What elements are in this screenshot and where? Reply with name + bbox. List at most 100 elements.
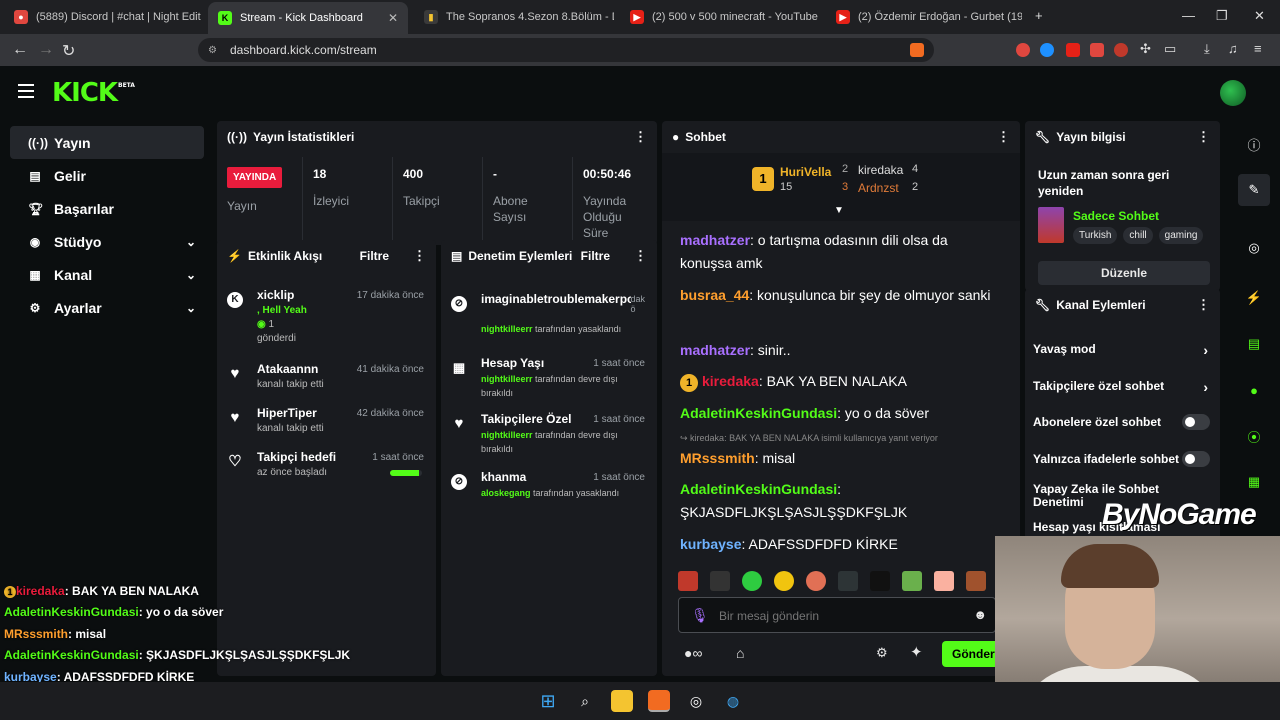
moderation-target[interactable]: khanma: [481, 470, 526, 484]
hamburger-menu-icon[interactable]: [18, 84, 34, 98]
emote-icon[interactable]: [710, 571, 730, 591]
layout-icon[interactable]: ▦: [1238, 466, 1270, 498]
new-tab-button[interactable]: +: [1035, 8, 1043, 23]
store-icon[interactable]: ⌂: [736, 645, 744, 661]
user-avatar[interactable]: [1220, 80, 1246, 106]
leader-name[interactable]: HuriVella: [780, 165, 831, 179]
extension-ublock-icon[interactable]: [1016, 43, 1030, 57]
sidebar-item-yayin[interactable]: ((·)) Yayın: [10, 126, 204, 159]
category-thumbnail[interactable]: [1038, 207, 1064, 243]
emote-icon[interactable]: [870, 571, 890, 591]
kicks-icon[interactable]: ●∞: [684, 645, 702, 661]
emote-only-toggle[interactable]: [1182, 451, 1210, 467]
tag[interactable]: Turkish: [1073, 227, 1118, 244]
puzzle-icon[interactable]: ✦: [910, 643, 923, 661]
emote-icon[interactable]: [774, 571, 794, 591]
chat-username[interactable]: kiredaka: [702, 373, 759, 389]
moderator-name[interactable]: nightkilleerr: [481, 430, 533, 440]
kick-logo[interactable]: KICK BETA: [52, 78, 135, 108]
action-slow-mode[interactable]: Yavaş mod ›: [1033, 342, 1210, 358]
emoji-icon[interactable]: ☻: [973, 607, 987, 622]
activity-user[interactable]: HiperTiper: [257, 406, 317, 420]
tab-youtube-music[interactable]: ▶ (2) Özdemir Erdoğan - Gurbet (1972): [826, 4, 1022, 30]
close-window-button[interactable]: ✕: [1254, 8, 1265, 24]
emote-icon[interactable]: [806, 571, 826, 591]
edit-button[interactable]: Düzenle: [1038, 261, 1210, 285]
windows-start-icon[interactable]: ⊞: [537, 690, 559, 712]
minimize-button[interactable]: —: [1182, 8, 1195, 23]
emote-icon[interactable]: [934, 571, 954, 591]
edit-pencil-icon[interactable]: ✎: [1238, 174, 1270, 206]
moderator-name[interactable]: nightkilleerr: [481, 324, 533, 334]
action-followers-only[interactable]: Takipçilere özel sohbet ›: [1033, 379, 1210, 395]
sidebar-item-basarilar[interactable]: 🏆︎ Başarılar: [10, 192, 204, 225]
chat-username[interactable]: madhatzer: [680, 232, 750, 248]
moderator-name[interactable]: aloskegang: [481, 488, 531, 498]
chat-bubble-icon[interactable]: ●: [1238, 374, 1270, 406]
lightning-icon[interactable]: ⚡: [1238, 282, 1270, 314]
emote-icon[interactable]: [678, 571, 698, 591]
brave-browser-icon[interactable]: [648, 690, 670, 712]
moderator-name[interactable]: nightkilleerr: [481, 374, 533, 384]
reload-icon[interactable]: ↻: [62, 41, 75, 61]
sidebar-toggle-icon[interactable]: ▭: [1164, 41, 1176, 57]
leader-name[interactable]: Ardnzst: [858, 181, 899, 195]
obs-icon[interactable]: ◎: [685, 690, 707, 712]
back-icon[interactable]: ←: [12, 41, 28, 59]
globe-app-icon[interactable]: ◍: [722, 690, 744, 712]
emote-icon[interactable]: [838, 571, 858, 591]
chat-username[interactable]: MRsssmith: [680, 450, 755, 466]
emote-icon[interactable]: [966, 571, 986, 591]
search-icon[interactable]: ⌕: [574, 690, 596, 712]
chat-username[interactable]: madhatzer: [680, 342, 750, 358]
forward-icon[interactable]: →: [38, 41, 54, 59]
sidebar-item-kanal[interactable]: ▦ Kanal ⌄: [10, 258, 204, 291]
tag[interactable]: chill: [1123, 227, 1153, 244]
extensions-puzzle-icon[interactable]: ✣: [1140, 41, 1151, 57]
tab-discord[interactable]: ● (5889) Discord | #chat | Night Edit: [4, 4, 204, 30]
moderation-target[interactable]: imaginabletroublemakerpo: [481, 292, 631, 306]
media-icon[interactable]: ♫: [1228, 41, 1238, 56]
leader-name[interactable]: kiredaka: [858, 163, 903, 177]
chat-input-box[interactable]: 🎙︎ ☻: [678, 597, 996, 633]
notes-icon[interactable]: ▤: [1238, 328, 1270, 360]
chat-settings-gear-icon[interactable]: ⚙: [876, 645, 888, 661]
subscribers-only-toggle[interactable]: [1182, 414, 1210, 430]
site-info-icon[interactable]: ⚙: [208, 45, 217, 56]
maximize-button[interactable]: ❐: [1216, 8, 1228, 24]
menu-icon[interactable]: ≡: [1254, 41, 1262, 56]
emote-icon[interactable]: [902, 571, 922, 591]
filter-button[interactable]: Filtre: [581, 249, 610, 263]
more-options-icon[interactable]: ⋮: [634, 129, 647, 145]
broadcast-icon[interactable]: ⦿: [1238, 420, 1270, 452]
chat-username[interactable]: AdaletinKeskinGundasi: [680, 481, 837, 497]
file-explorer-icon[interactable]: [611, 690, 633, 712]
sidebar-item-gelir[interactable]: ▤ Gelir: [10, 159, 204, 192]
chat-message-input[interactable]: [719, 606, 959, 626]
more-options-icon[interactable]: ⋮: [1197, 129, 1210, 145]
capture-icon[interactable]: ◎: [1238, 232, 1270, 264]
chat-username[interactable]: AdaletinKeskinGundasi: [680, 405, 837, 421]
more-options-icon[interactable]: ⋮: [413, 248, 426, 264]
category-name[interactable]: Sadece Sohbet: [1073, 209, 1159, 223]
extension-blue-icon[interactable]: [1040, 43, 1054, 57]
download-icon[interactable]: ⤓: [1204, 41, 1210, 57]
tab-sopranos[interactable]: ▮ The Sopranos 4.Sezon 8.Bölüm - Dizi: [414, 4, 614, 30]
more-options-icon[interactable]: ⋮: [1197, 297, 1210, 313]
info-icon[interactable]: ⓘ: [1238, 128, 1270, 160]
microphone-icon[interactable]: 🎙︎: [691, 607, 709, 624]
tab-kick-dashboard[interactable]: K Stream - Kick Dashboard ✕: [208, 2, 408, 34]
sidebar-item-studyo[interactable]: ◉ Stüdyo ⌄: [10, 225, 204, 258]
sidebar-item-ayarlar[interactable]: ⚙ Ayarlar ⌄: [10, 291, 204, 324]
extension-translate-icon[interactable]: [1114, 43, 1128, 57]
chat-username[interactable]: busraa_44: [680, 287, 749, 303]
brave-shield-icon[interactable]: [910, 43, 924, 57]
close-tab-icon[interactable]: ✕: [388, 11, 398, 25]
collapse-leaderboard-icon[interactable]: ▼: [834, 205, 844, 216]
tag[interactable]: gaming: [1158, 227, 1204, 244]
extension-youtube-icon[interactable]: [1066, 43, 1080, 57]
activity-user[interactable]: Atakaannn: [257, 362, 318, 376]
address-bar[interactable]: ⚙ dashboard.kick.com/stream: [198, 38, 934, 62]
more-options-icon[interactable]: ⋮: [997, 129, 1010, 145]
filter-button[interactable]: Filtre: [360, 249, 389, 263]
